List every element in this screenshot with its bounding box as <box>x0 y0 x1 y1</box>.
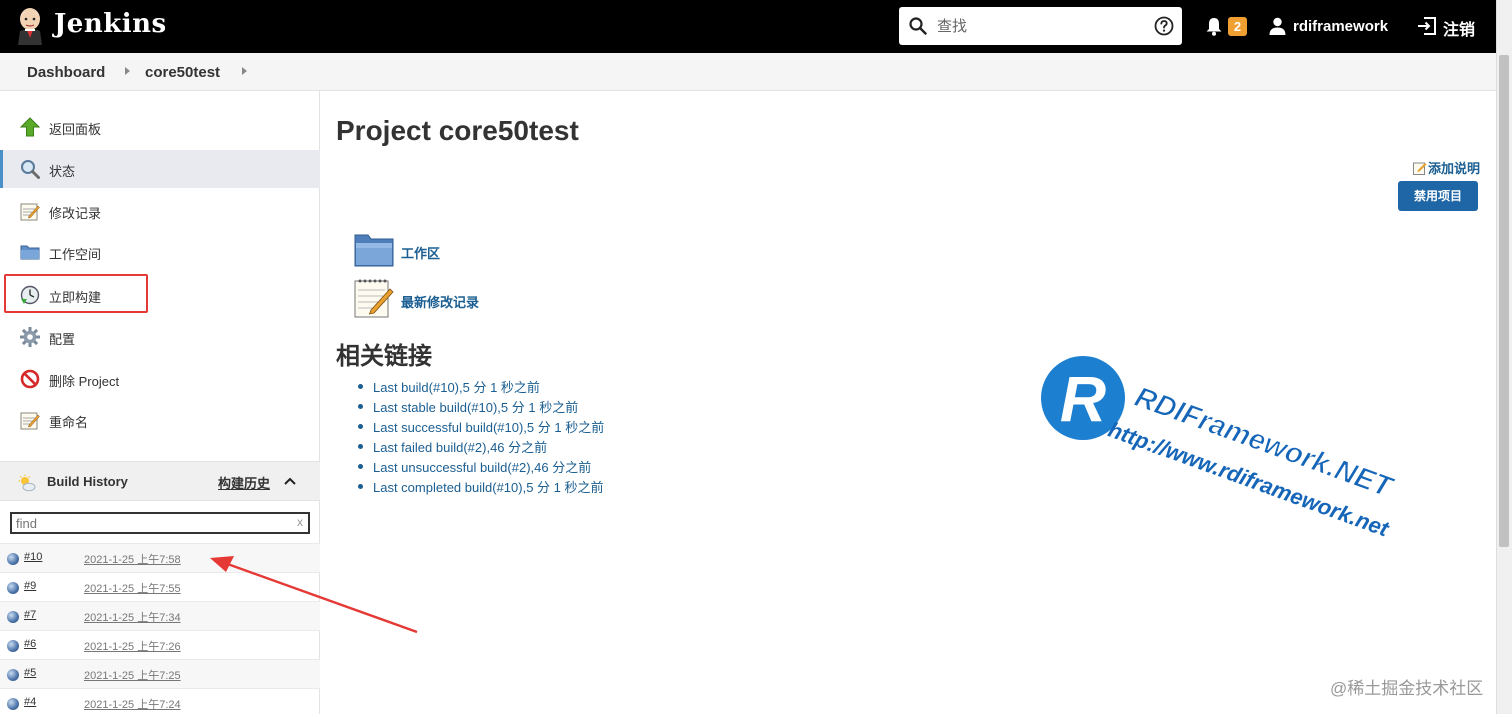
last-stable-build-link[interactable]: Last stable build(#10),5 分 1 秒之前 <box>358 397 604 417</box>
search-input[interactable] <box>937 13 1137 39</box>
build-now-highlight-box <box>4 274 148 313</box>
notifications-bell-icon[interactable] <box>1205 16 1223 36</box>
brand-name[interactable]: Jenkins <box>54 9 167 39</box>
build-row[interactable]: #5 2021-1-25 上午7:25 <box>0 659 320 688</box>
task-rename[interactable]: 重命名 <box>0 401 320 439</box>
build-history-header: Build History 构建历史 <box>0 461 320 501</box>
build-date-link[interactable]: 2021-1-25 上午7:58 <box>84 551 181 567</box>
annotation-arrow-icon <box>210 556 418 634</box>
add-description-label: 添加说明 <box>1428 161 1481 176</box>
page-title: Project core50test <box>336 115 579 146</box>
notepad-icon <box>20 203 40 221</box>
build-number-link[interactable]: #4 <box>24 696 36 708</box>
build-date-link[interactable]: 2021-1-25 上午7:24 <box>84 696 181 712</box>
notepad-icon[interactable] <box>354 277 394 319</box>
build-number-link[interactable]: #7 <box>24 609 36 621</box>
top-bar: Jenkins 2 rdiframework 注销 <box>0 0 1496 53</box>
task-back-to-dashboard[interactable]: 返回面板 <box>0 108 320 146</box>
build-number-link[interactable]: #10 <box>24 551 42 563</box>
last-unsuccessful-build-link[interactable]: Last unsuccessful build(#2),46 分之前 <box>358 457 604 477</box>
user-menu-link[interactable]: rdiframework <box>1293 18 1388 35</box>
disable-project-button[interactable]: 禁用项目 <box>1398 181 1478 211</box>
last-successful-build-link[interactable]: Last successful build(#10),5 分 1 秒之前 <box>358 417 604 437</box>
build-status-ball-icon <box>7 640 19 652</box>
notification-count-badge[interactable]: 2 <box>1228 17 1247 36</box>
help-icon[interactable] <box>1154 16 1174 36</box>
workspace-link[interactable]: 工作区 <box>401 243 440 262</box>
breadcrumb-separator-icon[interactable] <box>242 67 247 75</box>
task-label: 修改记录 <box>49 206 102 221</box>
logout-link[interactable]: 注销 <box>1443 16 1475 40</box>
breadcrumb: Dashboard core50test <box>0 53 1496 91</box>
build-filter-box[interactable]: x <box>10 512 310 534</box>
task-label: 配置 <box>49 332 76 347</box>
page-scrollbar-thumb[interactable] <box>1499 55 1509 547</box>
build-number-link[interactable]: #5 <box>24 667 36 679</box>
search-icon <box>909 17 927 35</box>
last-build-link[interactable]: Last build(#10),5 分 1 秒之前 <box>358 377 604 397</box>
build-status-ball-icon <box>7 669 19 681</box>
build-status-ball-icon <box>7 553 19 565</box>
footer-watermark-text: @稀土掘金技术社区 <box>1330 679 1484 698</box>
build-date-link[interactable]: 2021-1-25 上午7:25 <box>84 667 181 683</box>
jenkins-logo-icon[interactable] <box>14 7 46 45</box>
breadcrumb-separator-icon[interactable] <box>125 67 130 75</box>
folder-icon <box>20 245 40 260</box>
weather-sun-cloud-icon <box>18 474 36 492</box>
build-number-link[interactable]: #6 <box>24 638 36 650</box>
chevron-up-icon[interactable] <box>284 476 296 486</box>
build-number-link[interactable]: #9 <box>24 580 36 592</box>
notepad-icon <box>20 412 40 430</box>
build-history-title: Build History <box>47 474 128 489</box>
last-failed-build-link[interactable]: Last failed build(#2),46 分之前 <box>358 437 604 457</box>
build-history-link[interactable]: 构建历史 <box>218 473 270 492</box>
task-label: 工作空间 <box>49 247 102 262</box>
build-status-ball-icon <box>7 611 19 623</box>
clear-filter-button[interactable]: x <box>297 515 303 529</box>
watermark-logo-letter: R <box>1060 363 1106 435</box>
task-configure[interactable]: 配置 <box>0 318 320 356</box>
build-row[interactable]: #4 2021-1-25 上午7:24 <box>0 688 320 717</box>
build-date-link[interactable]: 2021-1-25 上午7:55 <box>84 580 181 596</box>
task-label: 状态 <box>49 164 76 179</box>
gear-icon <box>20 327 40 347</box>
arrow-up-icon <box>20 117 40 137</box>
add-description-link[interactable]: 添加说明 <box>1413 158 1480 177</box>
edit-note-icon <box>1413 162 1427 175</box>
breadcrumb-project[interactable]: core50test <box>145 64 220 81</box>
task-delete-project[interactable]: 删除 Project <box>0 360 320 398</box>
build-date-link[interactable]: 2021-1-25 上午7:26 <box>84 638 181 654</box>
related-links-title: 相关链接 <box>336 343 432 370</box>
task-label: 返回面板 <box>49 122 102 137</box>
recent-changes-link[interactable]: 最新修改记录 <box>401 292 479 311</box>
build-status-ball-icon <box>7 698 19 710</box>
build-status-ball-icon <box>7 582 19 594</box>
build-date-link[interactable]: 2021-1-25 上午7:34 <box>84 609 181 625</box>
search-icon <box>21 160 40 179</box>
folder-icon[interactable] <box>354 232 394 268</box>
build-filter-input[interactable] <box>16 515 286 531</box>
rdiframework-watermark-logo: R RDIFramework.NET http://www.rdiframewo… <box>1041 356 1399 542</box>
related-links-list: Last build(#10),5 分 1 秒之前 Last stable bu… <box>358 377 604 497</box>
last-completed-build-link[interactable]: Last completed build(#10),5 分 1 秒之前 <box>358 477 604 497</box>
task-label: 删除 Project <box>49 374 120 389</box>
task-changes[interactable]: 修改记录 <box>0 192 320 230</box>
task-workspace[interactable]: 工作空间 <box>0 233 320 271</box>
task-status[interactable]: 状态 <box>0 150 320 188</box>
search-box[interactable] <box>899 7 1182 45</box>
breadcrumb-dashboard[interactable]: Dashboard <box>27 64 105 81</box>
logout-icon <box>1418 17 1436 35</box>
task-label: 重命名 <box>49 415 89 430</box>
no-entry-icon <box>20 369 40 389</box>
user-icon <box>1269 17 1286 35</box>
